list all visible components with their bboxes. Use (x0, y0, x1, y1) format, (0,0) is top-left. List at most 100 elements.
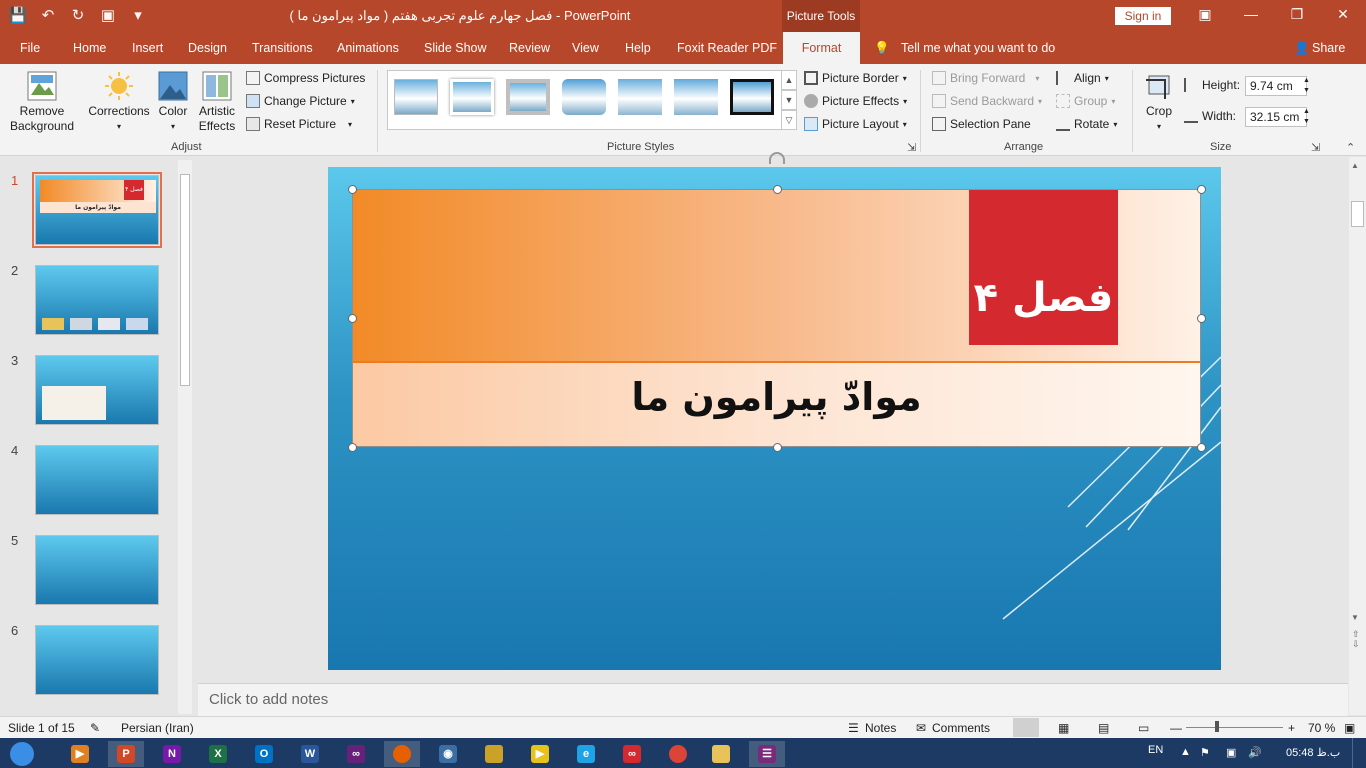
style-thumb[interactable] (394, 79, 438, 115)
winrar-icon[interactable]: ☰ (749, 741, 785, 767)
gallery-more-icon[interactable]: ▽ (781, 110, 797, 130)
network-icon[interactable]: ▣ (1226, 746, 1236, 759)
artistic-effects-button[interactable]: Artistic Effects (194, 70, 240, 134)
change-picture-button[interactable]: Change Picture ▾ (246, 94, 355, 108)
dialog-launcher-icon[interactable]: ⇲ (907, 141, 916, 154)
app-icon[interactable] (476, 741, 512, 767)
prev-slide-icon[interactable]: ⇧ ⇩ (1352, 629, 1360, 649)
height-spinner[interactable]: ▲ ▼ (1303, 76, 1310, 96)
powerpoint-taskbar-icon[interactable]: P (108, 741, 144, 767)
reset-picture-button[interactable]: Reset Picture ▾ (246, 117, 352, 131)
scroll-down-icon[interactable]: ▼ (1351, 613, 1359, 622)
collapse-ribbon-icon[interactable]: ⌃ (1346, 141, 1355, 154)
excel-icon[interactable]: X (200, 741, 236, 767)
style-thumb[interactable] (562, 79, 606, 115)
tab-help[interactable]: Help (625, 41, 651, 55)
gallery-up-icon[interactable]: ▲ (781, 70, 797, 90)
crop-button[interactable]: Crop ▾ (1140, 70, 1178, 134)
color-button[interactable]: Color ▾ (154, 70, 192, 134)
restore-icon[interactable]: ❐ (1282, 6, 1312, 23)
slide-thumbnail-5[interactable] (35, 535, 159, 605)
gallery-down-icon[interactable]: ▼ (781, 90, 797, 110)
style-thumb[interactable] (674, 79, 718, 115)
slide-thumbnail-2[interactable] (35, 265, 159, 335)
tab-file[interactable]: File (20, 41, 40, 55)
zoom-slider[interactable] (1186, 727, 1283, 728)
remove-background-button[interactable]: Remove Background (6, 70, 78, 134)
resize-handle[interactable] (348, 443, 357, 452)
width-spinner[interactable]: ▲ ▼ (1303, 107, 1310, 127)
language-bar[interactable]: EN (1148, 744, 1163, 756)
notes-placeholder[interactable]: Click to add notes (209, 691, 328, 708)
scrollbar-thumb[interactable] (180, 174, 190, 386)
height-input[interactable]: 9.74 cm (1245, 76, 1307, 96)
tab-insert[interactable]: Insert (132, 41, 163, 55)
firefox-icon[interactable] (384, 741, 420, 767)
slide-thumbnail-3[interactable] (35, 355, 159, 425)
notes-button[interactable]: Notes (865, 721, 896, 735)
width-input[interactable]: 32.15 cm (1245, 107, 1307, 127)
send-backward-button[interactable]: Send Backward ▾ (932, 94, 1042, 108)
ribbon-display-icon[interactable]: ▣ (1190, 6, 1220, 23)
tab-design[interactable]: Design (188, 41, 227, 55)
resize-handle[interactable] (1197, 185, 1206, 194)
fit-slide-icon[interactable]: ▣ (1344, 721, 1355, 735)
group-button[interactable]: Group ▾ (1056, 94, 1115, 108)
visual-studio-icon[interactable]: ∞ (338, 741, 374, 767)
tab-transitions[interactable]: Transitions (252, 41, 313, 55)
rotate-handle-icon[interactable] (769, 152, 785, 164)
tab-slide-show[interactable]: Slide Show (424, 41, 487, 55)
volume-icon[interactable]: 🔊 (1248, 746, 1262, 759)
style-thumb[interactable] (618, 79, 662, 115)
language-indicator[interactable]: Persian (Iran) (121, 721, 194, 735)
notes-pane[interactable]: Click to add notes (198, 683, 1348, 716)
spellcheck-icon[interactable]: ✎ (90, 721, 100, 735)
comments-button[interactable]: Comments (932, 721, 990, 735)
selection-pane-button[interactable]: Selection Pane (932, 117, 1031, 131)
resize-handle[interactable] (348, 314, 357, 323)
tab-format[interactable]: Format (783, 32, 860, 64)
resize-handle[interactable] (773, 443, 782, 452)
slideshow-icon[interactable]: ▭ (1138, 721, 1149, 735)
start-icon[interactable] (4, 741, 40, 767)
show-desktop-button[interactable] (1352, 738, 1366, 768)
slide-thumbnail-1[interactable]: فصل ۴ موادّ پیرامون ما (32, 172, 162, 248)
tell-me-search[interactable]: Tell me what you want to do (901, 41, 1055, 55)
style-thumb-selected[interactable] (730, 79, 774, 115)
corrections-button[interactable]: Corrections ▾ (86, 70, 152, 134)
internet-explorer-icon[interactable]: e (568, 741, 604, 767)
outlook-icon[interactable]: O (246, 741, 282, 767)
reading-view-icon[interactable]: ▤ (1098, 721, 1109, 735)
tab-foxit[interactable]: Foxit Reader PDF (677, 41, 777, 55)
zoom-out-icon[interactable]: — (1170, 721, 1182, 735)
gallery-scroll[interactable]: ▲ ▼ ▽ (781, 70, 797, 130)
zoom-slider-handle[interactable] (1215, 721, 1219, 732)
onenote-icon[interactable]: N (154, 741, 190, 767)
slide-sorter-icon[interactable]: ▦ (1058, 721, 1069, 735)
resize-handle[interactable] (1197, 443, 1206, 452)
style-thumb[interactable] (450, 79, 494, 115)
flag-icon[interactable]: ⚑ (1200, 746, 1210, 759)
resize-handle[interactable] (348, 185, 357, 194)
word-icon[interactable]: W (292, 741, 328, 767)
app-red-icon[interactable]: ∞ (614, 741, 650, 767)
minimize-icon[interactable]: — (1236, 6, 1266, 22)
picture-styles-gallery[interactable] (387, 70, 783, 130)
tray-arrow-icon[interactable]: ▲ (1180, 746, 1191, 758)
align-button[interactable]: Align ▾ (1056, 71, 1109, 85)
scroll-up-icon[interactable]: ▲ (1351, 161, 1359, 170)
close-icon[interactable]: ✕ (1328, 6, 1358, 23)
media-player-icon[interactable]: ▶ (62, 741, 98, 767)
scrollbar-thumb[interactable] (1351, 201, 1364, 227)
bring-forward-button[interactable]: Bring Forward ▾ (932, 71, 1039, 85)
slide-thumbnail-4[interactable] (35, 445, 159, 515)
tab-animations[interactable]: Animations (337, 41, 399, 55)
size-dialog-launcher-icon[interactable]: ⇲ (1311, 141, 1320, 154)
slides-scrollbar[interactable] (178, 160, 192, 714)
tab-review[interactable]: Review (509, 41, 550, 55)
clock[interactable]: 05:48 ب.ظ (1286, 746, 1340, 759)
picture-border-button[interactable]: Picture Border ▾ (804, 71, 907, 85)
picture-effects-button[interactable]: Picture Effects ▾ (804, 94, 907, 108)
file-explorer-icon[interactable] (703, 741, 739, 767)
resize-handle[interactable] (773, 185, 782, 194)
